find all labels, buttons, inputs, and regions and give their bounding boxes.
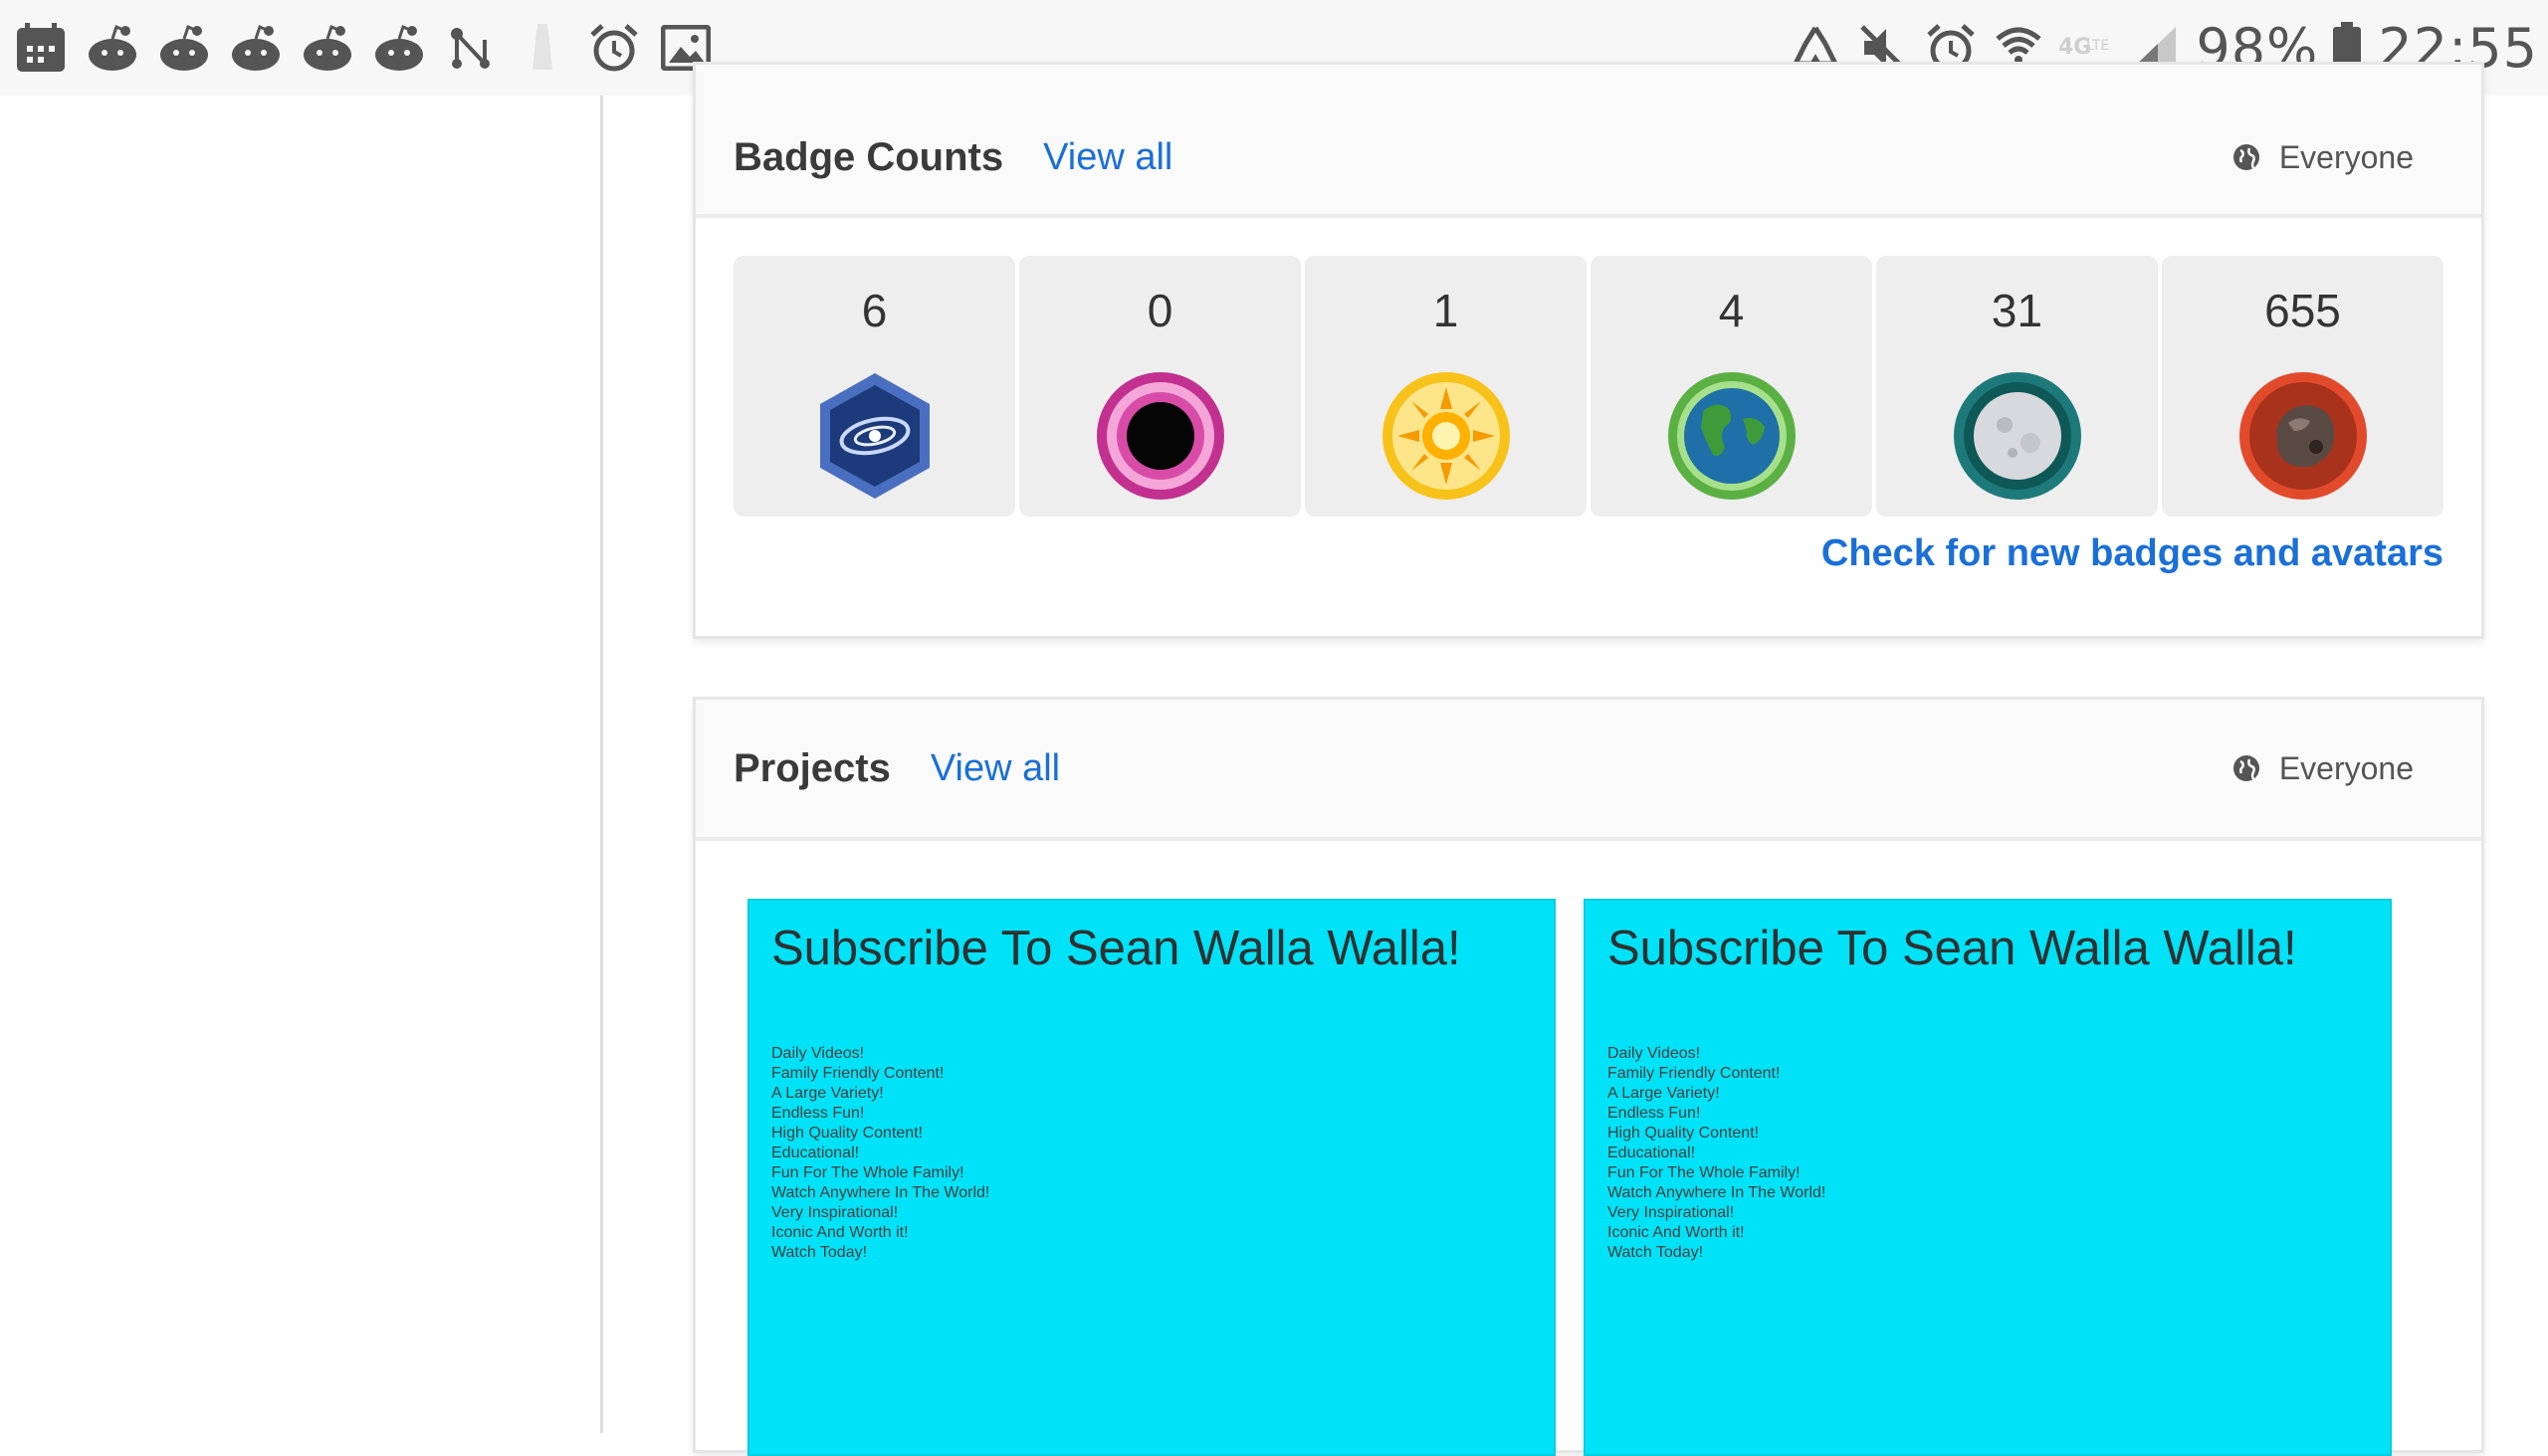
black-hole-badge-icon [1096,372,1224,500]
badge-moon[interactable]: 31 [1876,256,2158,517]
description-line: Very Inspirational! [1607,1204,1735,1221]
reddit-icon [299,19,356,77]
badge-count: 655 [2264,285,2341,336]
alarm-icon [585,19,643,77]
projects-header: Projects View all Everyone [696,700,2481,841]
privacy-label: Everyone [2278,138,2414,175]
description-line: High Quality Content! [1607,1125,1760,1142]
badge-count: 4 [1718,285,1745,336]
check-new-badges-link[interactable]: Check for new badges and avatars [1821,532,2443,575]
sun-badge-icon [1381,372,1510,500]
description-line: Iconic And Worth it! [1607,1224,1745,1241]
badge-counts-header: Badge Counts View all Everyone [696,65,2481,218]
badge-galaxy[interactable]: 6 [734,256,1015,517]
description-line: Fun For The Whole Family! [1607,1164,1801,1181]
description-line: Daily Videos! [1607,1045,1701,1062]
description-line: Watch Anywhere In The World! [1607,1184,1826,1201]
view-all-link[interactable]: View all [1043,136,1172,179]
privacy-setting[interactable]: Everyone [2231,139,2414,176]
description-line: Watch Today! [771,1244,868,1261]
reddit-icon [227,19,285,77]
svg-text:LTE: LTE [2086,38,2109,54]
globe-icon [2232,144,2259,170]
badge-asteroid[interactable]: 655 [2162,256,2443,517]
description-line: Iconic And Worth it! [771,1224,909,1241]
card-title: Badge Counts [734,134,1004,179]
privacy-label: Everyone [2278,749,2414,786]
project-description: Daily Videos! Family Friendly Content! A… [771,1044,1532,1263]
galaxy-badge-icon [819,373,930,499]
project-thumbnail[interactable]: Subscribe To Sean Walla Walla! Daily Vid… [1584,899,2392,1456]
project-title: Subscribe To Sean Walla Walla! [1607,922,2297,975]
card-title: Projects [734,745,891,790]
description-line: Very Inspirational! [771,1204,899,1221]
badge-black-hole[interactable]: 0 [1019,256,1301,517]
description-line: Endless Fun! [771,1105,865,1122]
reddit-icon [155,19,213,77]
description-line: Endless Fun! [1607,1105,1701,1122]
privacy-setting[interactable]: Everyone [2231,750,2414,787]
lighthouse-icon [514,19,571,77]
description-line: Family Friendly Content! [771,1065,945,1082]
earth-badge-icon [1667,372,1796,500]
badge-count: 1 [1432,285,1459,336]
description-line: Daily Videos! [771,1045,865,1062]
description-line: A Large Variety! [1607,1085,1720,1102]
description-line: Educational! [1607,1144,1696,1161]
project-list: Subscribe To Sean Walla Walla! Daily Vid… [747,899,2420,1456]
asteroid-badge-icon [2238,372,2367,500]
badge-counts-card: Badge Counts View all Everyone 6 0 1 4 3… [693,62,2484,639]
reddit-icon [84,19,141,77]
badge-sun[interactable]: 1 [1305,256,1587,517]
badge-list: 6 0 1 4 31 655 [734,256,2443,517]
nodes-icon [442,19,500,77]
project-description: Daily Videos! Family Friendly Content! A… [1607,1044,2368,1263]
badge-earth[interactable]: 4 [1591,256,1872,517]
moon-badge-icon [1953,372,2081,500]
projects-card: Projects View all Everyone Subscribe To … [693,697,2484,1456]
calendar-icon [12,19,70,77]
description-line: Fun For The Whole Family! [771,1164,964,1181]
globe-icon [2232,755,2259,781]
description-line: High Quality Content! [771,1125,924,1142]
description-line: Watch Anywhere In The World! [771,1184,990,1201]
reddit-icon [370,19,428,77]
description-line: Family Friendly Content! [1607,1065,1781,1082]
notification-icons [12,0,729,96]
badge-count: 31 [1991,285,2043,336]
badge-count: 0 [1147,285,1173,336]
view-all-link[interactable]: View all [931,747,1060,790]
description-line: A Large Variety! [771,1085,884,1102]
description-line: Watch Today! [1607,1244,1704,1261]
sidebar [0,96,603,1433]
project-thumbnail[interactable]: Subscribe To Sean Walla Walla! Daily Vid… [747,899,1556,1456]
badge-count: 6 [861,285,888,336]
description-line: Educational! [771,1144,860,1161]
project-title: Subscribe To Sean Walla Walla! [771,922,1461,975]
